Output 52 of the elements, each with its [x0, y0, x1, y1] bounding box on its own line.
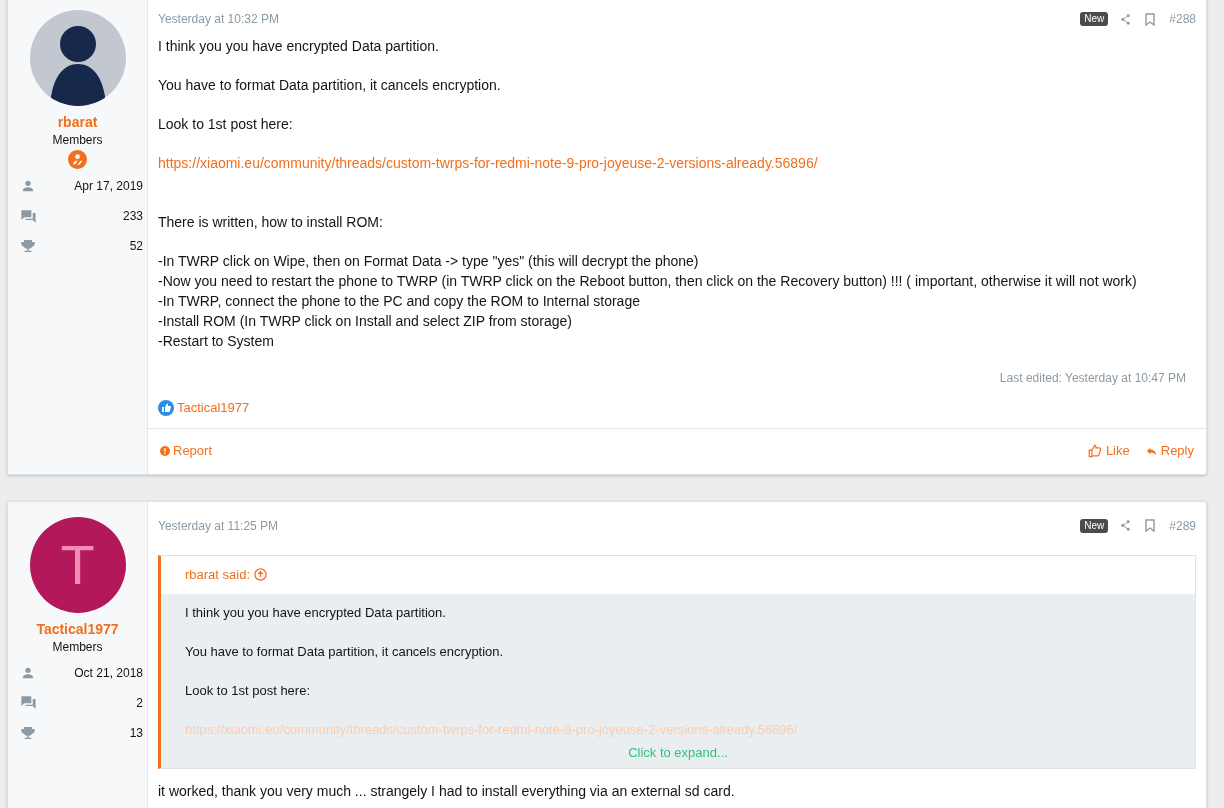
new-badge: New	[1080, 12, 1109, 26]
person-icon	[20, 178, 36, 194]
post-text: -In TWRP click on Wipe, then on Format Data -> type "yes" (this will decrypt the phone)	[158, 252, 699, 271]
arrow-up-icon[interactable]	[254, 568, 268, 581]
new-badge: New	[1080, 518, 1109, 533]
trophy-icon	[20, 238, 36, 254]
trophy-icon	[20, 724, 36, 741]
stat-value: Apr 17, 2019	[74, 178, 143, 195]
stat-value: 52	[129, 238, 143, 255]
post-date: Yesterday at 10:32 PM	[158, 11, 279, 28]
last-edited-text: Last edited: Yesterday at 10:47 PM	[999, 370, 1186, 387]
post-number-link[interactable]: #289	[1169, 516, 1196, 535]
reaction-user-link[interactable]: Tactical1977	[177, 398, 250, 418]
post-date: Yesterday at 11:25 PM	[158, 517, 279, 535]
thumbs-up-icon	[1087, 444, 1102, 458]
thumbs-up-icon	[158, 399, 174, 416]
alert-icon	[160, 446, 170, 456]
share-icon[interactable]	[1120, 520, 1132, 531]
post-text: You have to format Data partition, it cancels encryption.	[158, 76, 501, 95]
share-icon[interactable]	[1120, 13, 1132, 25]
post-text: Look to 1st post here:	[185, 681, 311, 700]
username-link[interactable]: Tactical1977	[36, 619, 119, 638]
post-text: There is written, how to install ROM:	[158, 213, 383, 232]
quote-author-link[interactable]: rbarat said:	[185, 564, 251, 585]
post-text: -In TWRP, connect the phone to the PC and copy the ROM to Internal storage	[158, 292, 640, 311]
expand-link[interactable]: Click to expand...	[628, 743, 728, 762]
stat-value: 2	[136, 694, 143, 712]
post-text: it worked, thank you very much ... strangely I had to install everything via an external sd card.	[158, 781, 735, 801]
post-number-link[interactable]: #288	[1169, 10, 1196, 28]
post-text: You have to format Data partition, it cancels encryption.	[185, 642, 504, 661]
stat-value: 13	[129, 724, 143, 742]
post-text: -Restart to System	[158, 332, 274, 351]
user-role: Members	[52, 132, 103, 149]
username-link[interactable]: rbarat	[57, 113, 98, 131]
chat-icon	[20, 207, 37, 225]
post-text: I think you you have encrypted Data partition.	[185, 603, 446, 622]
bookmark-icon[interactable]	[1145, 12, 1156, 26]
post-text: -Now you need to restart the phone to TWRP (in TWRP click on the Reboot button, then click on the Recovery button) !!! ( important, otherwise it will not work)	[158, 272, 1137, 291]
post-text: -Install ROM (In TWRP click on Install and select ZIP from storage)	[158, 312, 572, 331]
like-link[interactable]: Like	[1087, 441, 1130, 461]
avatar-letter: T	[29, 516, 126, 613]
bookmark-icon[interactable]	[1145, 519, 1156, 532]
post-text: I think you you have encrypted Data partition.	[158, 37, 439, 56]
thread-link[interactable]: https://xiaomi.eu/community/threads/custom-twrps-for-redmi-note-9-pro-joyeuse-2-versions-already.56896/	[158, 153, 818, 173]
report-link[interactable]: Report	[160, 441, 213, 461]
stat-value: 233	[122, 208, 143, 225]
reply-link[interactable]: Reply	[1145, 441, 1194, 461]
reply-arrow-icon	[1145, 445, 1157, 457]
chat-icon	[20, 694, 37, 711]
user-role: Members	[52, 638, 103, 656]
post-text: Look to 1st post here:	[158, 115, 293, 134]
stat-value: Oct 21, 2018	[74, 664, 143, 682]
